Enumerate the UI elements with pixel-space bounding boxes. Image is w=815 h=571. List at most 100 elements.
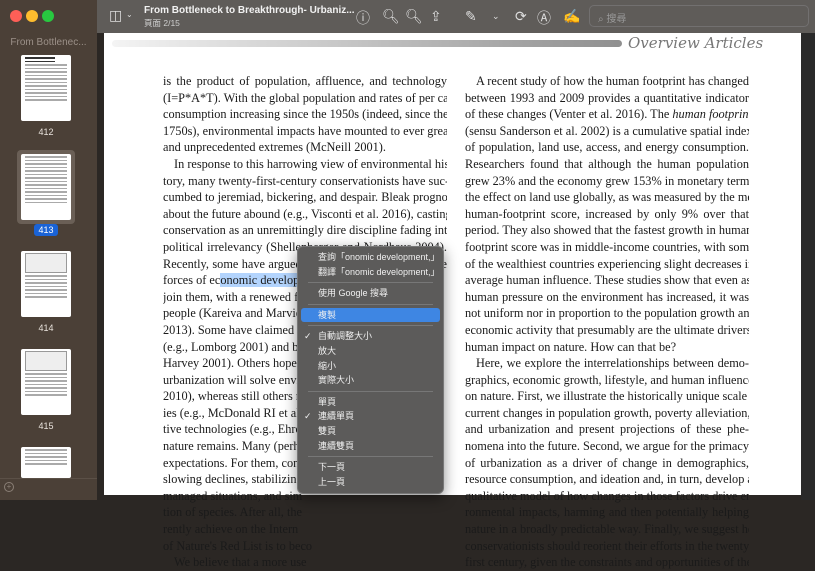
menu-item-label: 連續單頁 — [318, 411, 355, 422]
page-number: 413 — [34, 224, 58, 236]
text-line: conservationists should reorient their e… — [465, 538, 749, 553]
selected-text[interactable]: onomic developm — [220, 273, 309, 288]
menu-item[interactable]: 下一頁 — [301, 460, 440, 475]
text-line: between 1993 and 2009 provides a quantit… — [465, 90, 749, 105]
menu-item[interactable]: 實際大小 — [301, 373, 440, 388]
menu-item-label: 使用 Google 搜尋 — [318, 288, 389, 299]
menu-item[interactable]: 翻譯「onomic development,」 — [301, 265, 440, 280]
menu-item-label: 連續雙頁 — [318, 440, 355, 451]
menu-item-label: 上一頁 — [318, 476, 346, 487]
page-thumbnail-414[interactable] — [21, 251, 71, 317]
minimize-button[interactable] — [26, 10, 38, 22]
text-line: In response to this harrowing view of en… — [174, 156, 447, 171]
text-line: of urbanization as a driver of change in… — [465, 455, 749, 470]
pdf-page[interactable]: Overview Articles is the product of popu… — [104, 33, 801, 569]
text-line: not uniform nor in proportion to the pop… — [465, 306, 749, 321]
sidebar: From Bottlenec... 412 413 414 415 + — [0, 0, 97, 500]
text-line: of population, land use, access, and ene… — [465, 140, 749, 155]
text-line: of these changes (Venter et al. 2016). T… — [465, 107, 749, 122]
menu-item[interactable]: 上一頁 — [301, 475, 440, 490]
text-line: Here, we explore the interrelationships … — [476, 356, 749, 371]
menu-item[interactable]: 查詢「onomic development,」 — [301, 250, 440, 265]
text-line: first century, given the constraints and… — [465, 555, 749, 570]
text-fragment: forces of ec — [163, 273, 221, 288]
page-thumbnail-416[interactable] — [21, 447, 71, 478]
menu-item[interactable]: ✓ 自動調整大小 — [301, 329, 440, 344]
text-line: ronmental impacts, harming and then pote… — [465, 505, 749, 520]
zoom-in-icon[interactable]: 🔍︎ — [405, 8, 423, 25]
menu-separator — [308, 325, 433, 327]
menu-separator — [308, 303, 433, 305]
text-line: cumbed to jeremiad, bickering, and despa… — [163, 190, 447, 205]
zoom-out-icon[interactable]: 🔍︎ — [382, 8, 400, 25]
sidebar-icon[interactable]: ◫ — [109, 7, 122, 24]
share-icon[interactable]: ⇪ — [430, 8, 442, 25]
menu-item-label: 放大 — [318, 345, 337, 356]
text-line: conservation as an unremittingly dire di… — [163, 223, 447, 238]
text-line: the effect on land use globally, as was … — [465, 190, 749, 205]
text-line: rently achieve on the Intern — [163, 522, 299, 537]
text-line: of Nature's Red List is to beco — [163, 538, 313, 553]
text-line: nature in a broadly predictable way. Fin… — [465, 522, 749, 537]
window-edge — [801, 33, 815, 500]
text-line: current changes in population growth, po… — [465, 405, 749, 420]
text-line: (I=P*A*T). With the global population an… — [163, 90, 447, 105]
toolbar: ◫ ⌄ From Bottleneck to Breakthrough- Urb… — [97, 0, 815, 33]
sidebar-footer: + — [0, 478, 97, 500]
info-icon[interactable]: ⓘ — [356, 8, 370, 28]
rotate-icon[interactable]: ⟳ — [515, 8, 527, 25]
annotate-icon[interactable]: Ⓐ — [537, 8, 551, 28]
header-gradient-bar — [112, 40, 622, 47]
text-line: A recent study of how the human footprin… — [476, 74, 749, 88]
menu-item-label: 查詢「onomic development,」 — [318, 252, 440, 262]
menu-item[interactable]: 複製 — [301, 307, 440, 323]
maximize-button[interactable] — [42, 10, 54, 22]
text-line: tory, many twenty-first-century conserva… — [163, 173, 447, 188]
menu-item-label: 複製 — [318, 309, 337, 320]
text-line: Researchers found that although the huma… — [465, 156, 749, 171]
menu-item[interactable]: ✓ 連續單頁 — [301, 409, 440, 424]
text-line: period. They also showed that the fastes… — [465, 223, 749, 238]
menu-item-label: 縮小 — [318, 360, 337, 371]
menu-item-label: 雙頁 — [318, 425, 337, 436]
chevron-down-icon[interactable]: ⌄ — [492, 11, 500, 22]
text-line: human pressure on the environment has in… — [465, 289, 749, 304]
menu-item-label: 單頁 — [318, 396, 337, 407]
menu-item-label: 翻譯「onomic development,」 — [318, 266, 440, 277]
search-input[interactable]: ⌕ 搜尋 — [589, 5, 809, 27]
menu-item[interactable]: 連續雙頁 — [301, 439, 440, 454]
menu-item[interactable]: 單頁 — [301, 395, 440, 410]
text-line: footprint score was in middle-income cou… — [465, 239, 749, 254]
text-line: average human influence. These studies s… — [465, 273, 749, 288]
add-icon[interactable]: + — [4, 482, 14, 492]
menu-item-label: 實際大小 — [318, 375, 355, 386]
signature-icon[interactable]: ✍ — [563, 8, 580, 25]
text-line: (sensu Sanderson et al. 2002) is a cumul… — [465, 123, 749, 138]
chevron-down-icon[interactable]: ⌄ — [126, 10, 133, 19]
text-line: graphics, economic growth, lifestyle, an… — [465, 372, 749, 387]
menu-item-label: 下一頁 — [318, 462, 346, 473]
page-label: 415 — [38, 421, 54, 431]
menu-item[interactable]: 放大 — [301, 344, 440, 359]
page-thumbnail-415[interactable] — [21, 349, 71, 415]
page-thumbnail-413[interactable] — [21, 154, 71, 220]
text-line: and urbanization and present projections… — [465, 422, 749, 437]
document-title: From Bottleneck to Breakthrough- Urbaniz… — [144, 5, 355, 16]
close-button[interactable] — [10, 10, 22, 22]
text-line: economic activity that presumably are th… — [465, 322, 749, 337]
text-line: about the future abound (e.g., Visconti … — [163, 206, 447, 221]
menu-item[interactable]: 縮小 — [301, 359, 440, 374]
page-indicator: 頁面 2/15 — [144, 18, 180, 28]
menu-item[interactable]: 雙頁 — [301, 424, 440, 439]
menu-separator — [308, 282, 433, 284]
text-line: qualitative model of how changes in thos… — [465, 488, 749, 503]
text-line: grew 23% and the economy grew 153% in mo… — [465, 173, 749, 188]
text-line: and unprecedented extremes (McNeill 2001… — [163, 140, 386, 155]
markup-pen-icon[interactable]: ✎ — [465, 8, 477, 25]
text-line: consumption increasing since the 1950s (… — [163, 107, 447, 122]
text-line: human-footprint score, increased by only… — [465, 206, 749, 221]
text-line: tion of species. After all, the — [163, 505, 302, 520]
text-line: on nature. First, we illustrate the hist… — [465, 389, 749, 404]
menu-item[interactable]: 使用 Google 搜尋 — [301, 286, 440, 301]
page-thumbnail-412[interactable] — [21, 55, 71, 121]
